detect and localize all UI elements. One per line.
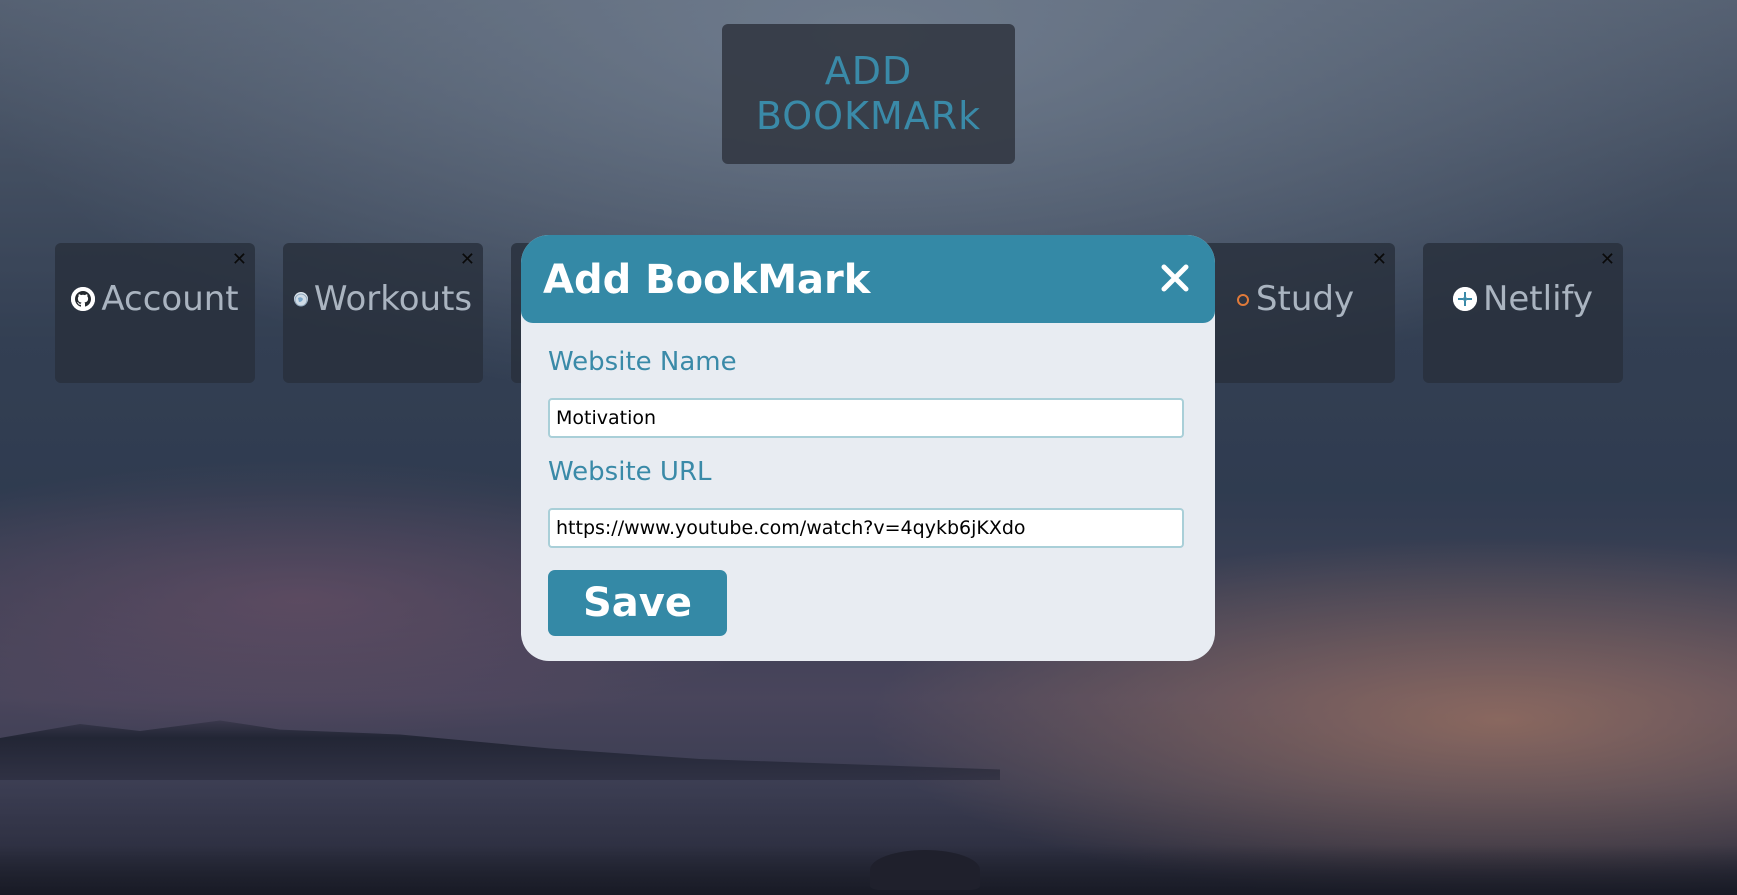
bookmark-card-account[interactable]: ✕ Account <box>55 243 255 383</box>
modal-header: Add BookMark <box>521 235 1215 323</box>
modal-title: Add BookMark <box>543 257 871 303</box>
website-url-label: Website URL <box>548 457 712 487</box>
website-url-input[interactable] <box>548 508 1184 548</box>
add-bookmark-modal: Add BookMark Website Name Website URL Sa… <box>521 235 1215 661</box>
delete-bookmark-icon[interactable]: ✕ <box>1372 251 1387 269</box>
netlify-icon <box>1452 287 1477 311</box>
website-name-label: Website Name <box>548 347 737 377</box>
bookmark-label: Account <box>101 279 239 319</box>
save-button[interactable]: Save <box>548 570 727 636</box>
close-icon[interactable] <box>1157 260 1193 296</box>
delete-bookmark-icon[interactable]: ✕ <box>460 251 475 269</box>
delete-bookmark-icon[interactable]: ✕ <box>1600 251 1615 269</box>
bookmark-label: Study <box>1255 279 1355 319</box>
delete-bookmark-icon[interactable]: ✕ <box>232 251 247 269</box>
bookmark-label: Netlify <box>1482 279 1594 319</box>
ring-icon <box>1236 292 1250 306</box>
bookmark-card-netlify[interactable]: ✕ Netlify <box>1423 243 1623 383</box>
website-name-input[interactable] <box>548 398 1184 438</box>
bookmark-card-study[interactable]: ✕ Study <box>1195 243 1395 383</box>
globe-icon <box>293 292 308 307</box>
bookmark-label: Workouts <box>313 279 473 319</box>
github-icon <box>71 287 96 311</box>
add-bookmark-button[interactable]: ADD BOOKMARk <box>722 24 1015 164</box>
bookmark-card-workouts[interactable]: ✕ Workouts <box>283 243 483 383</box>
